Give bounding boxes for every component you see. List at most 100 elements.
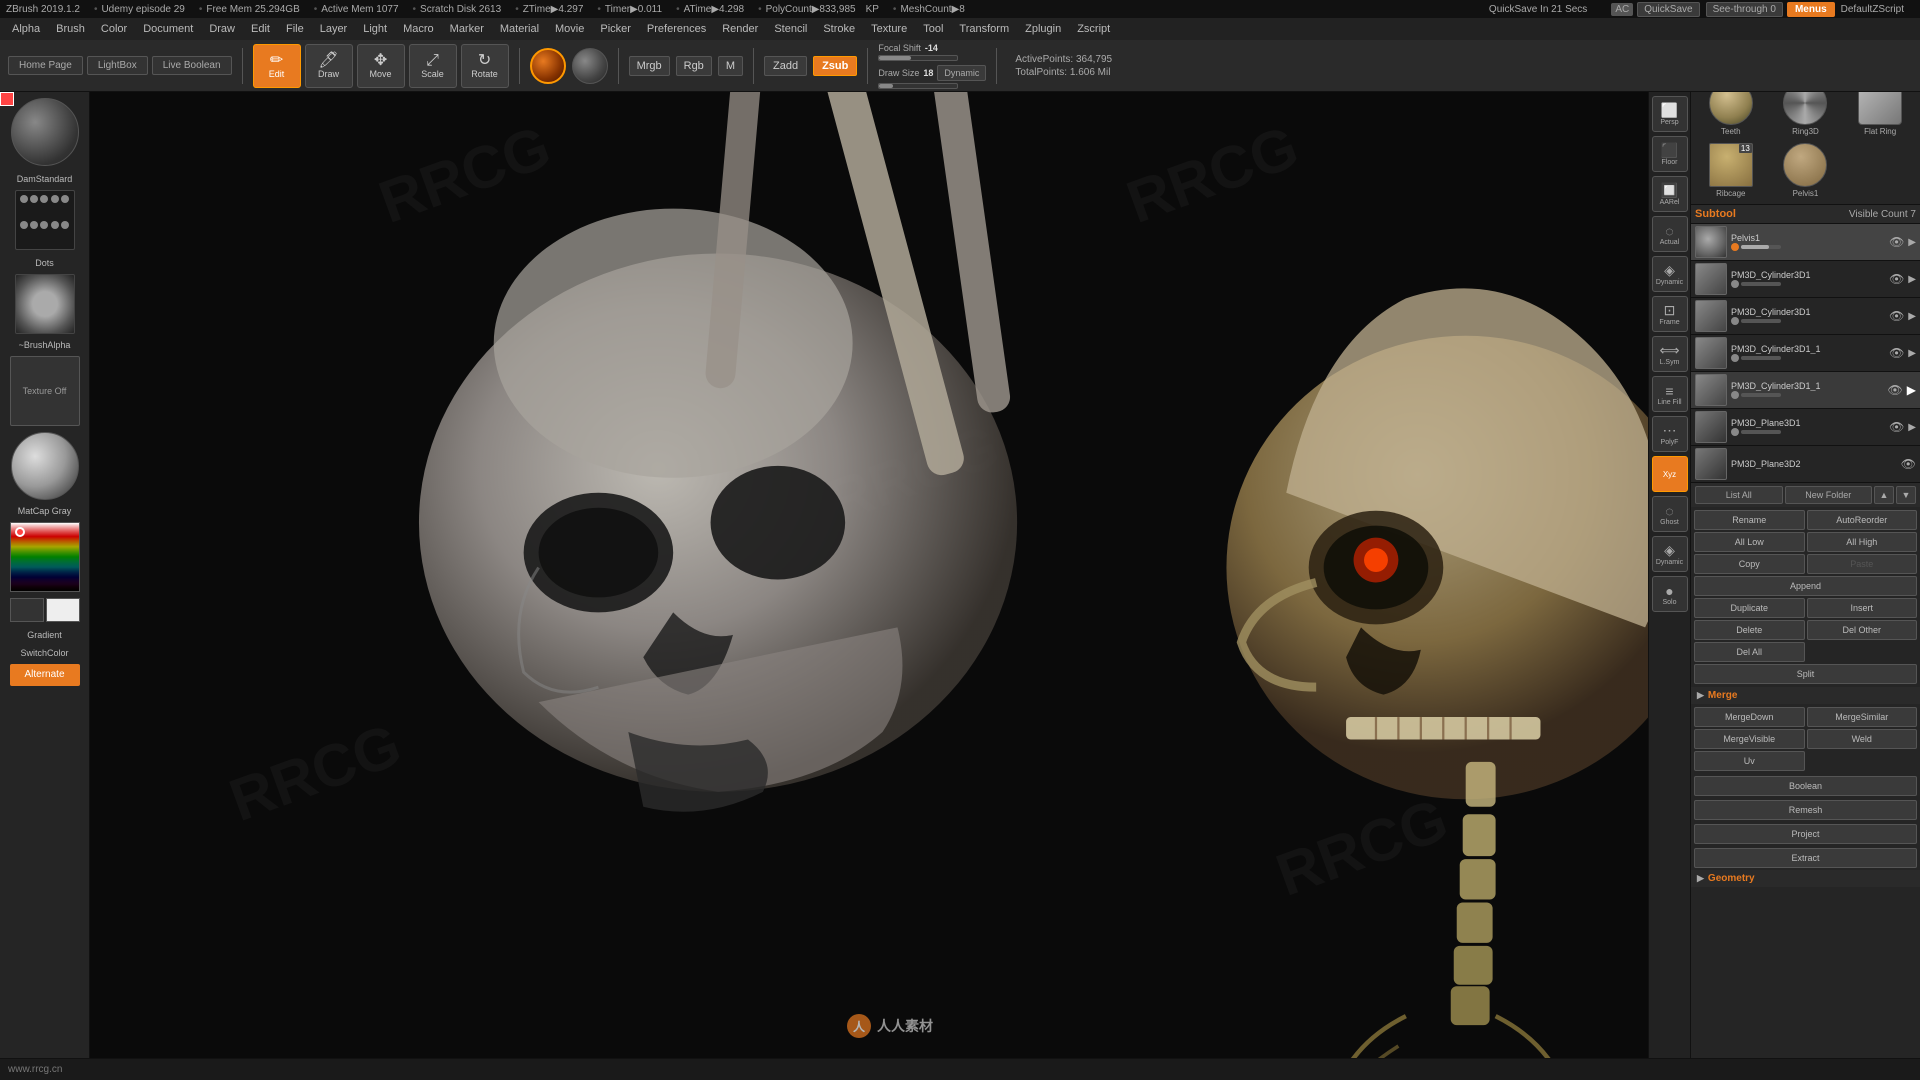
- dots-preview[interactable]: [15, 190, 75, 250]
- actual-button[interactable]: ◌ Actual: [1652, 216, 1688, 252]
- split-button[interactable]: Split: [1694, 664, 1917, 684]
- all-high-button[interactable]: All High: [1807, 532, 1918, 552]
- brush-mode-sphere[interactable]: [530, 48, 566, 84]
- menu-transform[interactable]: Transform: [951, 21, 1017, 37]
- menu-alpha[interactable]: Alpha: [4, 21, 48, 37]
- alpha-preview[interactable]: [15, 274, 75, 334]
- menu-zplugin[interactable]: Zplugin: [1017, 21, 1069, 37]
- menu-macro[interactable]: Macro: [395, 21, 442, 37]
- lsym-button[interactable]: ⟺ L.Sym: [1652, 336, 1688, 372]
- menu-marker[interactable]: Marker: [442, 21, 492, 37]
- del-all-button[interactable]: Del All: [1694, 642, 1805, 662]
- menu-stencil[interactable]: Stencil: [766, 21, 815, 37]
- focal-shift-slider[interactable]: [878, 55, 958, 61]
- floor-button[interactable]: ⬛ Floor: [1652, 136, 1688, 172]
- extract-button[interactable]: Extract: [1694, 848, 1917, 868]
- delete-button[interactable]: Delete: [1694, 620, 1805, 640]
- color-picker[interactable]: [10, 522, 80, 592]
- cyl2-slider[interactable]: [1741, 319, 1781, 323]
- scale-button[interactable]: ⤢ Scale: [409, 44, 457, 88]
- menu-file[interactable]: File: [278, 21, 312, 37]
- brush-item-ribcage[interactable]: 13 Ribcage: [1695, 141, 1767, 200]
- list-arrow-up[interactable]: ▲: [1874, 486, 1894, 504]
- subtool-item-plane2[interactable]: PM3D_Plane3D2 👁: [1691, 446, 1920, 483]
- rgb-toggle[interactable]: Rgb: [676, 56, 712, 76]
- color-indicator-small[interactable]: [0, 92, 14, 106]
- subtool-item-cyl4[interactable]: PM3D_Cylinder3D1_1 👁 ▶: [1691, 372, 1920, 409]
- xyz-button[interactable]: Xyz: [1652, 456, 1688, 492]
- merge-section-header[interactable]: ▶ Merge: [1691, 687, 1920, 704]
- matcap-preview[interactable]: [11, 432, 79, 500]
- aarel-button[interactable]: 🔲 AARel: [1652, 176, 1688, 212]
- cyl4-slider[interactable]: [1741, 393, 1781, 397]
- subtool-item-cyl3[interactable]: PM3D_Cylinder3D1_1 👁 ▶: [1691, 335, 1920, 372]
- move-button[interactable]: ✥ Move: [357, 44, 405, 88]
- sculpt-canvas[interactable]: RRCG RRCG RRCG RRCG RRCG: [90, 92, 1690, 1058]
- project-button[interactable]: Project: [1694, 824, 1917, 844]
- menu-stroke[interactable]: Stroke: [815, 21, 863, 37]
- lightbox-tab[interactable]: LightBox: [87, 56, 148, 75]
- menu-document[interactable]: Document: [135, 21, 201, 37]
- copy-button[interactable]: Copy: [1694, 554, 1805, 574]
- polyf-button[interactable]: ⋯ PolyF: [1652, 416, 1688, 452]
- persp-button[interactable]: ⬜ Persp: [1652, 96, 1688, 132]
- menu-material[interactable]: Material: [492, 21, 547, 37]
- brush-alt-sphere[interactable]: [572, 48, 608, 84]
- mrgb-toggle[interactable]: Mrgb: [629, 56, 670, 76]
- remesh-button[interactable]: Remesh: [1694, 800, 1917, 820]
- plane1-eye-toggle[interactable]: 👁: [1889, 420, 1904, 434]
- rotate-button[interactable]: ↻ Rotate: [461, 44, 509, 88]
- list-all-button[interactable]: List All: [1695, 486, 1783, 504]
- zsub-button[interactable]: Zsub: [813, 56, 857, 76]
- menu-edit[interactable]: Edit: [243, 21, 278, 37]
- new-folder-button[interactable]: New Folder: [1785, 486, 1873, 504]
- del-other-button[interactable]: Del Other: [1807, 620, 1918, 640]
- frame-button[interactable]: ⊡ Frame: [1652, 296, 1688, 332]
- quicksave-button[interactable]: QuickSave: [1637, 2, 1699, 17]
- cyl1-expand[interactable]: ▶: [1908, 274, 1916, 285]
- pelvis1-expand[interactable]: ▶: [1908, 237, 1916, 248]
- edit-button[interactable]: ✏ Edit: [253, 44, 301, 88]
- canvas-area[interactable]: RRCG RRCG RRCG RRCG RRCG: [90, 92, 1690, 1058]
- seethrough-button[interactable]: See-through 0: [1706, 2, 1783, 17]
- merge-down-button[interactable]: MergeDown: [1694, 707, 1805, 727]
- dynamic-mode-button[interactable]: ◈ Dynamic: [1652, 256, 1688, 292]
- solo-button[interactable]: ● Solo: [1652, 576, 1688, 612]
- menu-light[interactable]: Light: [355, 21, 395, 37]
- append-button[interactable]: Append: [1694, 576, 1917, 596]
- cyl1-slider[interactable]: [1741, 282, 1781, 286]
- merge-visible-button[interactable]: MergeVisible: [1694, 729, 1805, 749]
- menu-picker[interactable]: Picker: [592, 21, 639, 37]
- menu-preferences[interactable]: Preferences: [639, 21, 714, 37]
- menu-color[interactable]: Color: [93, 21, 135, 37]
- insert-button[interactable]: Insert: [1807, 598, 1918, 618]
- cyl2-eye-toggle[interactable]: 👁: [1889, 309, 1904, 323]
- brush-preview[interactable]: [11, 98, 79, 166]
- cyl3-eye-toggle[interactable]: 👁: [1889, 346, 1904, 360]
- menu-zscript[interactable]: Zscript: [1069, 21, 1118, 37]
- home-page-tab[interactable]: Home Page: [8, 56, 83, 75]
- ghost-button[interactable]: ◌ Ghost: [1652, 496, 1688, 532]
- cyl2-expand[interactable]: ▶: [1908, 311, 1916, 322]
- merge-similar-button[interactable]: MergeSimilar: [1807, 707, 1918, 727]
- auto-reorder-button[interactable]: AutoReorder: [1807, 510, 1918, 530]
- uv-button[interactable]: Uv: [1694, 751, 1805, 771]
- grad-swatch-light[interactable]: [46, 598, 80, 622]
- menus-button[interactable]: Menus: [1787, 2, 1835, 17]
- cyl3-slider[interactable]: [1741, 356, 1781, 360]
- cyl4-arrow[interactable]: ▶: [1907, 383, 1916, 397]
- menu-draw[interactable]: Draw: [201, 21, 243, 37]
- zadd-button[interactable]: Zadd: [764, 56, 807, 76]
- subtool-item-plane1[interactable]: PM3D_Plane3D1 👁 ▶: [1691, 409, 1920, 446]
- boolean-button[interactable]: Boolean: [1694, 776, 1917, 796]
- rename-button[interactable]: Rename: [1694, 510, 1805, 530]
- plane2-eye-toggle[interactable]: 👁: [1901, 457, 1916, 471]
- plane1-expand[interactable]: ▶: [1908, 422, 1916, 433]
- alternate-button[interactable]: Alternate: [10, 664, 80, 686]
- cyl1-eye-toggle[interactable]: 👁: [1889, 272, 1904, 286]
- plane1-slider[interactable]: [1741, 430, 1781, 434]
- draw-size-slider[interactable]: [878, 83, 958, 89]
- menu-tool[interactable]: Tool: [915, 21, 951, 37]
- duplicate-button[interactable]: Duplicate: [1694, 598, 1805, 618]
- geometry-section-header[interactable]: ▶ Geometry: [1691, 870, 1920, 887]
